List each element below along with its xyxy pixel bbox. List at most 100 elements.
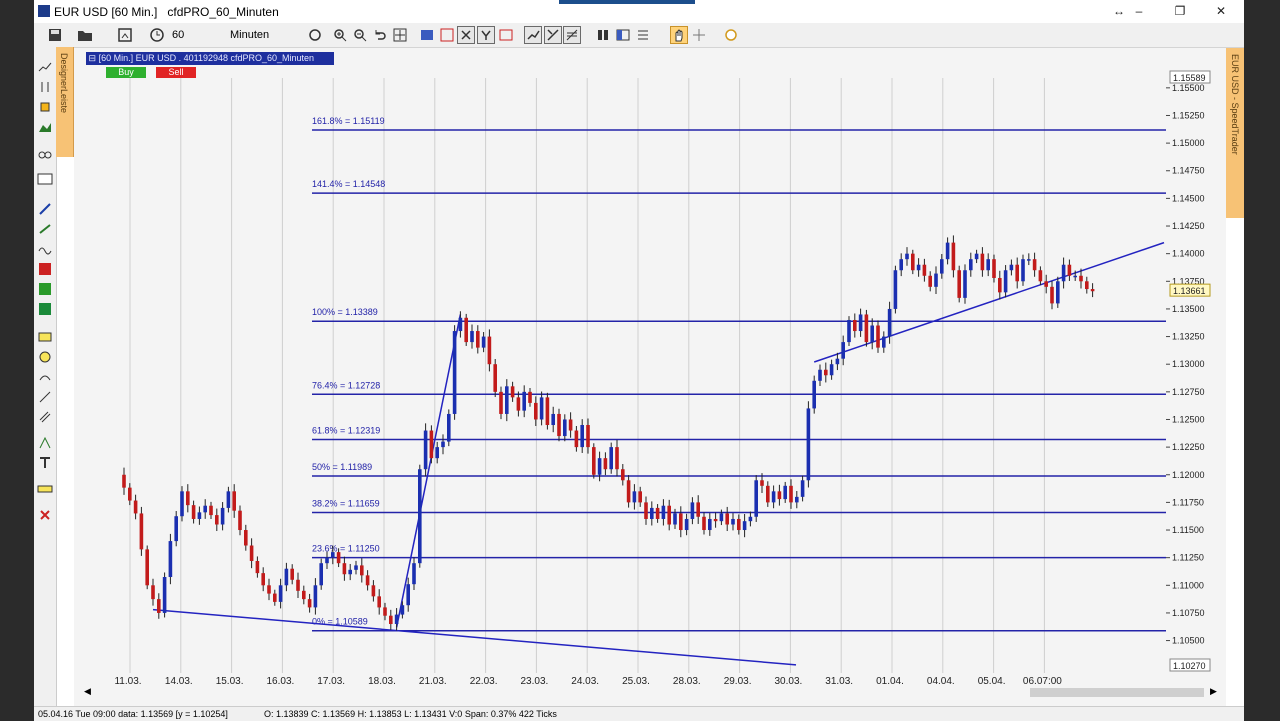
candle-body — [742, 521, 747, 531]
split-view-icon[interactable] — [594, 26, 612, 44]
candle-body — [244, 530, 248, 546]
text-tool-icon[interactable] — [37, 455, 53, 471]
period-unit-select[interactable]: Minuten — [230, 27, 298, 43]
template-icon[interactable] — [634, 26, 652, 44]
buy-button[interactable]: Buy — [106, 67, 146, 78]
window-title: EUR USD [60 Min.] cfdPRO_60_Minuten — [54, 5, 279, 19]
arc-tool-icon[interactable] — [37, 369, 53, 385]
save-icon[interactable] — [46, 26, 64, 44]
move-icon[interactable] — [391, 26, 409, 44]
scroll-left-icon[interactable]: ◀ — [84, 686, 91, 697]
collapse-icon[interactable]: ⊟ — [89, 53, 97, 63]
area-icon[interactable] — [37, 119, 53, 135]
candle-body — [157, 599, 161, 613]
candle-body — [748, 516, 753, 522]
candle-body — [673, 513, 677, 525]
wave-tool-icon[interactable] — [37, 241, 53, 257]
binoculars-icon[interactable] — [37, 145, 53, 161]
candle-body — [1038, 270, 1043, 282]
grid-tool-icon[interactable] — [37, 261, 53, 277]
ray-tool-icon[interactable] — [37, 389, 53, 405]
speedtrader-tab[interactable]: EUR USD - SpeedTrader — [1226, 48, 1244, 218]
cross-tool-icon[interactable] — [457, 26, 475, 44]
price-tick-label: 1.14000 — [1172, 249, 1205, 259]
fibonacci-tool-icon[interactable] — [563, 26, 581, 44]
trendline-tool-icon[interactable] — [524, 26, 542, 44]
trendlines — [152, 241, 1165, 666]
candle-icon[interactable] — [37, 99, 53, 115]
candle-body — [661, 505, 666, 519]
app-icon — [38, 5, 50, 17]
zoom-in-icon[interactable] — [331, 26, 349, 44]
chart-panel[interactable]: 161.8% = 1.15119 141.4% = 1.14548 100% = 1… — [74, 48, 1226, 708]
maximize-button[interactable]: ❐ — [1172, 3, 1188, 19]
pitchfork-tool-icon[interactable] — [37, 435, 53, 451]
hand-tool-icon[interactable] — [670, 26, 688, 44]
price-tick-label: 1.14500 — [1172, 193, 1205, 203]
candle-body — [702, 516, 706, 531]
scroll-right-icon[interactable]: ▶ — [1210, 686, 1217, 697]
price-tick-label: 1.12250 — [1172, 442, 1205, 452]
instrument-header[interactable]: ⊟ [60 Min.] EUR USD . 401192948 cfdPRO_6… — [86, 52, 334, 65]
candle-body — [887, 308, 892, 337]
candle-body — [348, 569, 352, 575]
candle-body — [847, 319, 851, 343]
candle-body — [986, 259, 990, 271]
line-chart-icon[interactable] — [37, 59, 53, 75]
alarm-clock-icon[interactable] — [722, 26, 740, 44]
candle-body — [835, 358, 840, 365]
open-folder-icon[interactable] — [76, 26, 94, 44]
candle-body — [638, 491, 642, 503]
time-tick-label: 25.03. — [622, 676, 650, 687]
candle-body — [342, 563, 347, 575]
price-tick-label: 1.15000 — [1172, 138, 1205, 148]
period-clock-icon[interactable] — [148, 26, 166, 44]
fib-retracement-icon[interactable] — [37, 301, 53, 317]
chart-settings-icon[interactable] — [116, 26, 134, 44]
refresh-icon[interactable] — [306, 26, 324, 44]
candle-body — [220, 507, 225, 525]
candle-body — [777, 491, 782, 500]
zoom-out-icon[interactable] — [351, 26, 369, 44]
fib-fan-icon[interactable] — [37, 281, 53, 297]
candle-body — [331, 552, 335, 558]
ellipse-tool-icon[interactable] — [37, 349, 53, 365]
log-scale-icon[interactable] — [37, 171, 53, 187]
candle-body — [899, 259, 903, 271]
period-value-field[interactable]: 60 — [172, 27, 214, 43]
price-tick-label: 1.15250 — [1172, 110, 1205, 120]
time-tick-label: 30.03. — [774, 676, 802, 687]
pen-tool-icon[interactable] — [37, 201, 53, 217]
current-price-label: 1.13661 — [1173, 286, 1206, 296]
resize-icon[interactable]: ↔ — [1111, 3, 1127, 19]
horizontal-scrollbar-thumb[interactable] — [1030, 688, 1204, 697]
delete-drawing-icon[interactable] — [37, 507, 53, 523]
candle-body — [226, 491, 231, 508]
ruler-tool-icon[interactable] — [37, 481, 53, 497]
candle-body — [586, 425, 590, 448]
candle-body — [406, 584, 410, 606]
ohlc-icon[interactable] — [37, 79, 53, 95]
panel-icon[interactable] — [614, 26, 632, 44]
candle-body — [574, 430, 579, 448]
diagonal-tool-icon[interactable] — [544, 26, 562, 44]
sell-button[interactable]: Sell — [156, 67, 196, 78]
chart-type-icon[interactable] — [418, 26, 436, 44]
close-button[interactable]: ✕ — [1213, 3, 1229, 19]
designer-toolbar-tab[interactable]: DesignerLeiste — [56, 47, 74, 157]
candle-body — [592, 447, 596, 475]
parallel-tool-icon[interactable] — [37, 409, 53, 425]
line-tool-icon[interactable] — [37, 221, 53, 237]
minimize-button[interactable]: – — [1131, 3, 1147, 19]
channel-tool-icon[interactable] — [497, 26, 515, 44]
price-tick-label: 1.11250 — [1172, 553, 1204, 563]
rectangle-tool-icon[interactable] — [37, 329, 53, 345]
indicator-icon[interactable] — [438, 26, 456, 44]
fibonacci-anchor-line — [395, 314, 462, 628]
fork-tool-icon[interactable] — [477, 26, 495, 44]
undo-icon[interactable] — [371, 26, 389, 44]
price-chart[interactable]: 161.8% = 1.15119 141.4% = 1.14548 100% = 1… — [74, 48, 1226, 688]
candle-body — [400, 605, 405, 615]
candle-body — [232, 491, 236, 511]
crosshair-tool-icon[interactable] — [690, 26, 708, 44]
